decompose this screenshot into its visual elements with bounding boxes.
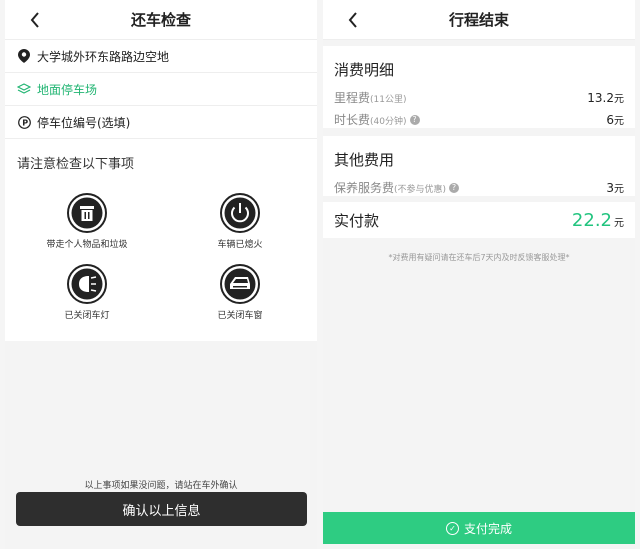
headlight-icon [67,264,107,304]
currency: 元 [614,217,624,229]
check-label: 带走个人物品和垃圾 [46,240,128,250]
trip-end-screen: 行程结束 消费明细 里程费(11公里) 13.2元 时长费(40分钟)? 6元 … [323,0,635,549]
parking-type-text: 地面停车场 [37,82,98,97]
duration-fee-row: 时长费(40分钟)? 6元 [334,108,624,130]
back-button[interactable] [23,8,47,32]
car-window-icon [220,264,260,304]
nav-bar: 行程结束 [323,0,635,40]
chevron-left-icon [348,12,357,28]
confirm-button[interactable]: 确认以上信息 [16,492,307,526]
check-circle-icon: ✓ [445,521,459,535]
check-item-headlight: 已关闭车灯 [27,264,147,321]
page-title: 还车检查 [130,11,191,29]
currency: 元 [614,93,624,105]
parking-number-row[interactable]: P 停车位编号(选填) [5,106,317,139]
fee-label: 时长费 [334,112,371,127]
trash-icon [67,193,107,233]
fee-label: 保养服务费 [334,180,395,195]
fee-label: 里程费 [334,90,371,105]
service-fee-row: 保养服务费(不参与优惠)? 3元 [334,176,624,198]
check-notice: 请注意检查以下事项 [17,157,135,172]
check-item-window: 已关闭车窗 [180,264,300,321]
check-label: 车辆已熄火 [217,240,263,250]
paid-row: 实付款 22.2 元 [334,202,624,238]
layers-icon [17,82,31,96]
check-grid: 带走个人物品和垃圾 车辆已熄火 已关闭车灯 已关闭车窗 [5,179,317,321]
fee-note: (不参与优惠) [394,184,447,195]
help-icon[interactable]: ? [409,115,420,125]
location-pin-icon [17,49,31,63]
check-item-trash: 带走个人物品和垃圾 [27,193,147,250]
parking-type-row[interactable]: 地面停车场 [5,73,317,106]
screenshot-root: 还车检查 大学城外环东路路边空地 地面停车场 P 停车位编号(选填) 请注意检查… [0,0,640,549]
svg-text:P: P [22,118,28,127]
section-title: 其他费用 [334,151,395,169]
return-check-screen: 还车检查 大学城外环东路路边空地 地面停车场 P 停车位编号(选填) 请注意检查… [5,0,317,549]
pay-complete-button[interactable]: ✓ 支付完成 [323,512,635,544]
check-item-power: 车辆已熄火 [180,193,300,250]
nav-bar: 还车检查 [5,0,317,40]
chevron-left-icon [30,12,39,28]
currency: 元 [614,183,624,195]
fee-amount: 3 [606,180,614,195]
currency: 元 [614,115,624,127]
check-label: 已关闭车灯 [64,311,110,321]
page-title: 行程结束 [448,11,509,29]
fee-amount: 13.2 [587,90,614,105]
power-icon [220,193,260,233]
mileage-fee-row: 里程费(11公里) 13.2元 [334,86,624,108]
other-fee-section: 其他费用 保养服务费(不参与优惠)? 3元 [323,136,635,196]
paid-label: 实付款 [334,211,380,230]
fee-note: (11公里) [370,94,407,105]
fee-note: (40分钟) [370,116,407,127]
help-icon[interactable]: ? [449,183,460,193]
back-button[interactable] [341,8,365,32]
location-row: 大学城外环东路路边空地 [5,40,317,73]
confirm-hint: 以上事项如果没问题，请站在车外确认 [84,481,238,491]
location-text: 大学城外环东路路边空地 [37,49,170,64]
consumption-section: 消费明细 里程费(11公里) 13.2元 时长费(40分钟)? 6元 [323,46,635,128]
parking-number-input[interactable]: 停车位编号(选填) [37,114,130,131]
paid-amount: 22.2 [571,209,612,231]
disclaimer-text: *对费用有疑问请在还车后7天内及时反馈客服处理* [388,253,570,262]
fee-amount: 6 [606,112,614,127]
parking-p-icon: P [17,115,31,129]
pay-complete-label: 支付完成 [463,521,512,536]
paid-section: 实付款 22.2 元 [323,202,635,238]
check-label: 已关闭车窗 [217,311,263,321]
section-title: 消费明细 [334,61,395,79]
